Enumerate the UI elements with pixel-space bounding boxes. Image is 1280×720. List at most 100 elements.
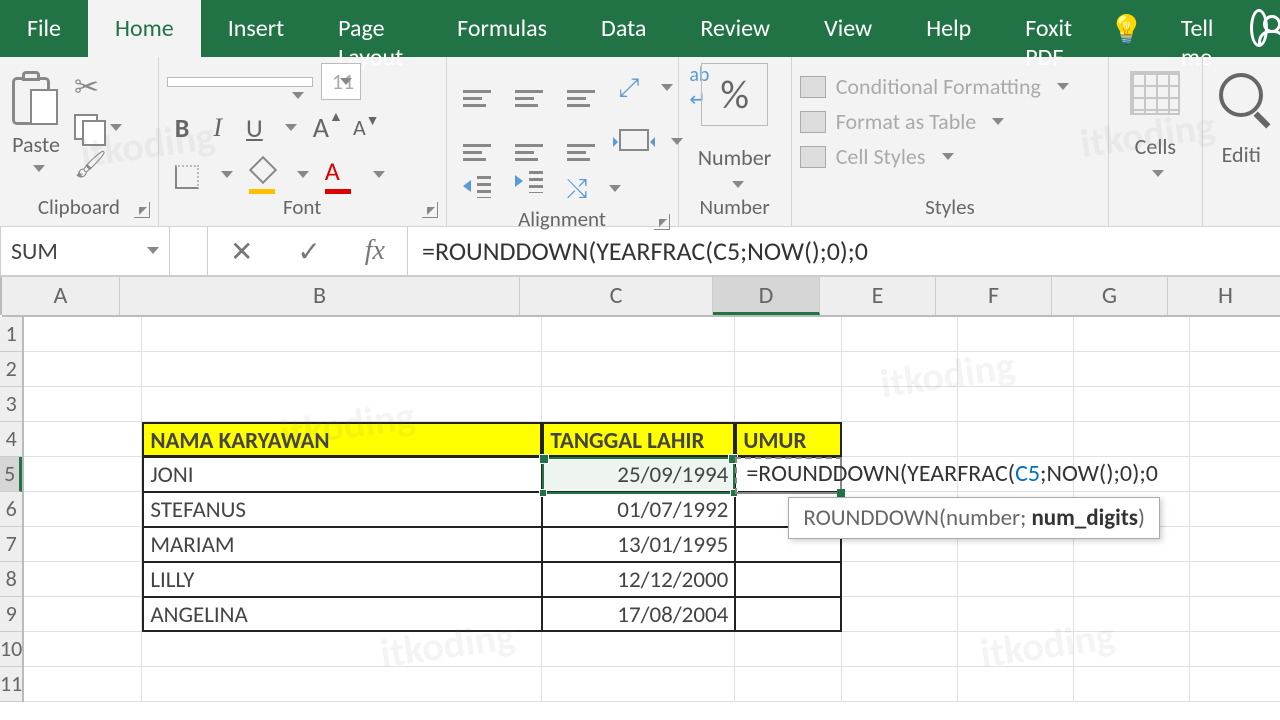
row-header-5[interactable]: 5 [0,457,22,492]
row-header-7[interactable]: 7 [0,527,22,562]
tab-formulas[interactable]: Formulas [430,0,574,57]
tab-home[interactable]: Home [88,0,201,57]
row-header-10[interactable]: 10 [0,632,22,667]
tab-page-layout[interactable]: Page Layout [311,0,430,57]
chevron-down-icon[interactable] [1152,170,1164,177]
column-headers[interactable]: A B C D E F G H [2,277,1280,317]
select-all-button[interactable] [0,277,2,315]
cell-dob-0[interactable]: 25/09/1994 [542,457,735,492]
chevron-down-icon[interactable] [732,181,744,188]
account-icon[interactable] [1250,9,1268,47]
name-box[interactable]: SUM [0,227,170,276]
row-header-3[interactable]: 3 [0,387,22,422]
insert-function-button[interactable]: fx [365,235,385,267]
enter-formula-button[interactable]: ✓ [297,234,320,269]
font-name-select[interactable] [167,77,313,87]
cell-dob-1[interactable]: 01/07/1992 [542,492,735,527]
increase-font-button[interactable]: A▲ [305,110,337,145]
font-color-button[interactable]: A [317,155,359,194]
copy-button[interactable] [74,114,104,140]
cell-age-4[interactable] [735,597,842,632]
row-header-4[interactable]: 4 [0,422,22,457]
col-header-C[interactable]: C [520,277,713,315]
row-header-6[interactable]: 6 [0,492,22,527]
col-header-E[interactable]: E [820,277,936,315]
chevron-down-icon[interactable] [33,165,45,172]
cell-grid[interactable]: NAMA KARYAWANTANGGAL LAHIRUMUR JONI25/09… [24,317,1280,702]
name-box-history[interactable] [170,227,208,276]
borders-button[interactable] [167,159,207,191]
tab-data[interactable]: Data [574,0,673,57]
percent-style-button[interactable]: % [701,63,768,126]
chevron-down-icon[interactable] [661,84,673,91]
cell-age-3[interactable] [735,562,842,597]
italic-button[interactable]: I [205,113,230,143]
cell-name-2[interactable]: MARIAM [142,527,542,562]
chevron-down-icon[interactable] [297,171,309,178]
tab-help[interactable]: Help [899,0,998,57]
cell-dob-3[interactable]: 12/12/2000 [542,562,735,597]
tab-view[interactable]: View [797,0,899,57]
format-as-table-button[interactable]: Format as Table [800,104,1069,139]
col-header-F[interactable]: F [936,277,1052,315]
align-middle-button[interactable] [507,68,551,107]
chevron-down-icon[interactable] [285,124,297,131]
paste-button[interactable]: Paste [8,63,64,194]
col-header-G[interactable]: G [1052,277,1168,315]
col-header-H[interactable]: H [1168,277,1280,315]
font-size-select[interactable]: 11 [321,63,361,100]
align-center-button[interactable] [507,122,551,161]
tell-me-search[interactable]: Tell me [1154,0,1241,57]
bold-button[interactable]: B [167,112,198,144]
cell-dob-4[interactable]: 17/08/2004 [542,597,735,632]
cut-button[interactable]: ✂ [74,69,122,106]
chevron-down-icon[interactable] [221,171,233,178]
tab-foxit-pdf[interactable]: Foxit PDF [998,0,1099,57]
merge-center-button[interactable] [611,126,657,158]
row-header-2[interactable]: 2 [0,352,22,387]
dialog-launcher-icon[interactable] [654,214,670,230]
number-group-label: Number [700,194,770,220]
dialog-launcher-icon[interactable] [134,202,150,218]
row-headers[interactable]: 1 2 3 4 5 6 7 8 9 10 11 [0,317,24,702]
table-header-age[interactable]: UMUR [735,422,842,457]
cell-name-4[interactable]: ANGELINA [142,597,542,632]
cell-name-1[interactable]: STEFANUS [142,492,542,527]
row-header-1[interactable]: 1 [0,317,22,352]
tab-file[interactable]: File [0,0,88,57]
col-header-B[interactable]: B [120,277,520,315]
increase-indent-button[interactable] [507,171,551,206]
row-header-8[interactable]: 8 [0,562,22,597]
tab-insert[interactable]: Insert [201,0,311,57]
dialog-launcher-icon[interactable] [422,202,438,218]
tab-review[interactable]: Review [673,0,797,57]
chevron-down-icon[interactable] [609,185,621,192]
underline-button[interactable]: U [238,112,271,144]
align-left-button[interactable] [455,122,499,161]
row-header-11[interactable]: 11 [0,667,22,702]
editing-button[interactable]: Editi [1222,141,1261,168]
cell-styles-button[interactable]: Cell Styles [800,139,1069,174]
decrease-indent-button[interactable] [455,173,499,205]
cell-name-3[interactable]: LILLY [142,562,542,597]
col-header-D[interactable]: D [713,277,820,315]
row-header-9[interactable]: 9 [0,597,22,632]
align-bottom-button[interactable] [559,68,603,107]
conditional-formatting-button[interactable]: Conditional Formatting [800,69,1069,104]
orientation-button[interactable]: ⤢ [611,71,648,104]
col-header-A[interactable]: A [2,277,120,315]
align-top-button[interactable] [455,68,499,107]
chevron-down-icon[interactable] [110,124,122,131]
cells-button[interactable]: Cells [1135,133,1176,160]
table-header-dob[interactable]: TANGGAL LAHIR [542,422,735,457]
format-painter-button[interactable]: 🖌 [74,148,122,180]
align-right-button[interactable] [559,122,603,161]
table-header-name[interactable]: NAMA KARYAWAN [142,422,542,457]
decrease-font-button[interactable]: A▼ [345,114,374,141]
cell-name-0[interactable]: JONI [142,457,542,492]
chevron-down-icon[interactable] [373,171,385,178]
cell-dob-2[interactable]: 13/01/1995 [542,527,735,562]
fill-color-button[interactable] [241,155,283,194]
cancel-formula-button[interactable]: ✕ [230,234,253,269]
orientation-alt-button[interactable]: ⤭ [559,172,596,205]
